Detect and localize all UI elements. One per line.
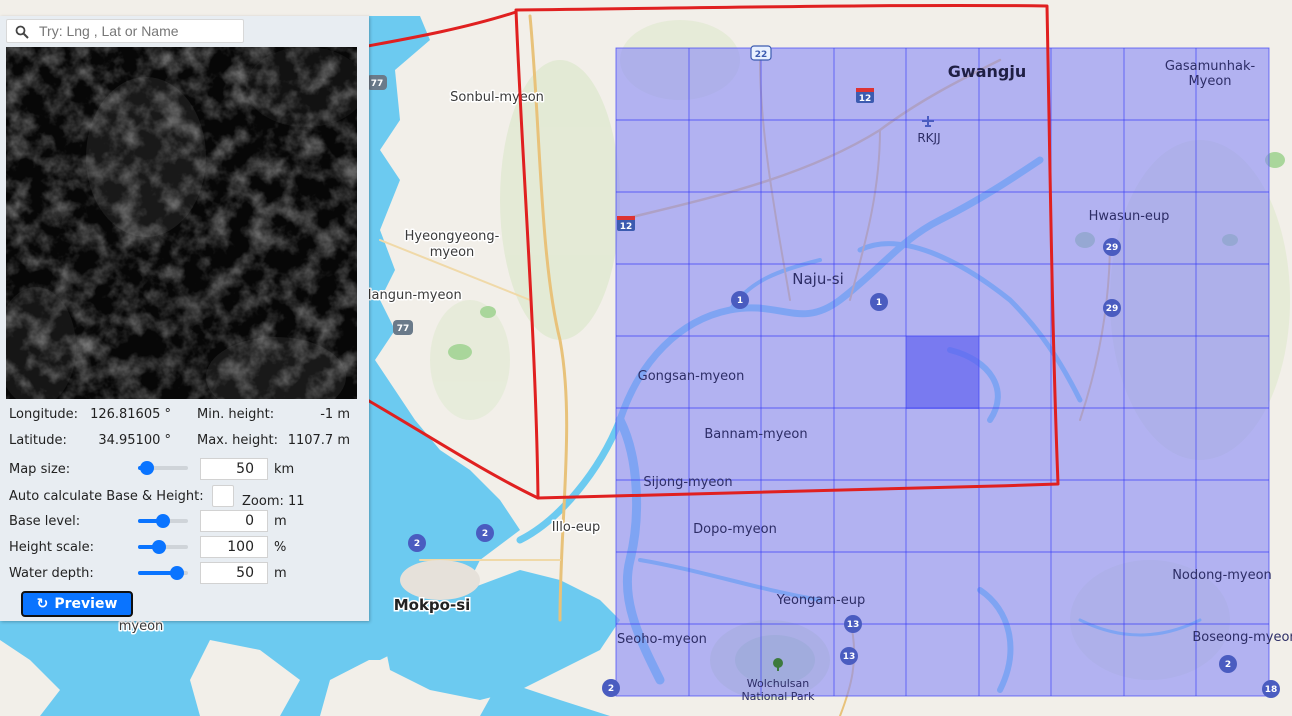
shield-2-east: 2	[1219, 655, 1237, 673]
search-input[interactable]	[39, 22, 239, 40]
label-naju: Naju-si	[792, 270, 843, 288]
svg-text:13: 13	[847, 620, 860, 630]
label-sijong: Sijong-myeon	[643, 475, 732, 490]
slider-handle[interactable]	[152, 540, 166, 554]
shield-1-west: 1	[731, 291, 749, 309]
label-mokpo: Mokpo-si	[394, 596, 471, 614]
search-icon	[15, 25, 29, 39]
shield-2-south: 2	[602, 679, 620, 697]
label-yeongam: Yeongam-eup	[776, 593, 865, 608]
shield-13-north: 13	[844, 615, 862, 633]
svg-text:2: 2	[1225, 660, 1231, 670]
shield-18: 18	[1262, 680, 1280, 698]
max-height-value: 1107.7 m	[287, 433, 350, 448]
latitude-value: 34.95100 °	[98, 433, 171, 448]
shield-12-north: 12	[856, 88, 874, 104]
zoom-label: Zoom: 11	[242, 494, 305, 509]
svg-text:29: 29	[1106, 304, 1119, 314]
label-myeon-partial: myeon	[119, 619, 164, 634]
control-panel: Longitude: 126.81605 ° Min. height: -1 m…	[0, 16, 369, 621]
base-level-label: Base level:	[9, 514, 81, 529]
shield-13-south: 13	[840, 647, 858, 665]
water-depth-slider[interactable]	[138, 566, 188, 580]
highlight-cell	[906, 336, 979, 409]
base-level-slider[interactable]	[138, 514, 188, 528]
longitude-value: 126.81605 °	[90, 407, 171, 422]
height-scale-label: Height scale:	[9, 540, 94, 555]
svg-text:2: 2	[414, 539, 420, 549]
svg-text:77: 77	[397, 324, 410, 334]
map-size-input[interactable]: 50	[200, 458, 268, 480]
svg-text:12: 12	[620, 222, 633, 232]
label-wolchulsan: Wolchulsan	[747, 677, 810, 690]
svg-text:1: 1	[876, 298, 882, 308]
shield-29-south: 29	[1103, 299, 1121, 317]
svg-text:1: 1	[737, 296, 743, 306]
refresh-icon: ↻	[36, 596, 49, 612]
base-level-unit: m	[274, 514, 287, 529]
label-illo: Illo-eup	[552, 520, 600, 535]
map-size-label: Map size:	[9, 462, 71, 477]
water-depth-input[interactable]: 50	[200, 562, 268, 584]
height-scale-input[interactable]: 100	[200, 536, 268, 558]
label-gasamunhak-2: Myeon	[1188, 74, 1231, 89]
shield-12-west: 12	[617, 216, 635, 232]
label-boseong: Boseong-myeon	[1192, 630, 1292, 645]
longitude-label: Longitude:	[9, 407, 79, 422]
label-dopo: Dopo-myeon	[693, 522, 777, 537]
slider-handle[interactable]	[170, 566, 184, 580]
svg-text:18: 18	[1265, 685, 1278, 695]
svg-text:22: 22	[755, 50, 768, 60]
svg-text:13: 13	[843, 652, 856, 662]
shield-29-north: 29	[1103, 238, 1121, 256]
min-height-label: Min. height:	[197, 407, 275, 422]
label-hwasun: Hwasun-eup	[1089, 209, 1170, 224]
map-size-slider[interactable]	[138, 461, 188, 475]
slider-handle[interactable]	[140, 461, 154, 475]
water-depth-unit: m	[274, 566, 287, 581]
slider-handle[interactable]	[156, 514, 170, 528]
label-gasamunhak: Gasamunhak-	[1165, 59, 1256, 74]
shield-77-south: 77	[393, 320, 413, 335]
svg-text:2: 2	[608, 684, 614, 694]
water-depth-label: Water depth:	[9, 566, 94, 581]
label-rkjj: RKJJ	[917, 131, 940, 145]
label-bannam: Bannam-myeon	[704, 427, 807, 442]
search-box[interactable]	[6, 19, 244, 43]
svg-text:29: 29	[1106, 243, 1119, 253]
latitude-label: Latitude:	[9, 433, 67, 448]
height-scale-slider[interactable]	[138, 540, 188, 554]
label-nodong: Nodong-myeon	[1172, 568, 1272, 583]
label-seoho: Seoho-myeon	[617, 632, 707, 647]
label-sonbul: Sonbul-myeon	[450, 90, 544, 105]
base-level-input[interactable]: 0	[200, 510, 268, 532]
shield-22: 22	[750, 45, 772, 61]
label-hyeongyeong: Hyeongyeong-	[405, 229, 500, 244]
heightmap-preview	[6, 47, 357, 399]
shield-2-mokpo: 2	[408, 534, 426, 552]
label-mangun: Mangun-myeon	[360, 288, 461, 303]
preview-button[interactable]: ↻ Preview	[21, 591, 133, 617]
svg-text:77: 77	[371, 79, 384, 89]
label-gwangju: Gwangju	[948, 62, 1026, 81]
shield-77-north: 77	[367, 75, 387, 90]
label-national-park: National Park	[741, 690, 815, 703]
label-hyeongyeong-2: myeon	[430, 245, 475, 260]
svg-text:2: 2	[482, 529, 488, 539]
svg-text:12: 12	[859, 94, 872, 104]
label-gongsan: Gongsan-myeon	[638, 369, 745, 384]
shield-1-east: 1	[870, 293, 888, 311]
shield-2-illo: 2	[476, 524, 494, 542]
map-size-unit: km	[274, 462, 295, 477]
auto-calc-checkbox[interactable]	[212, 485, 234, 507]
auto-calc-label: Auto calculate Base & Height:	[9, 489, 204, 504]
max-height-label: Max. height:	[197, 433, 278, 448]
min-height-value: -1 m	[320, 407, 350, 422]
height-scale-unit: %	[274, 540, 287, 555]
urban-mokpo	[400, 560, 480, 600]
preview-button-label: Preview	[54, 596, 118, 612]
